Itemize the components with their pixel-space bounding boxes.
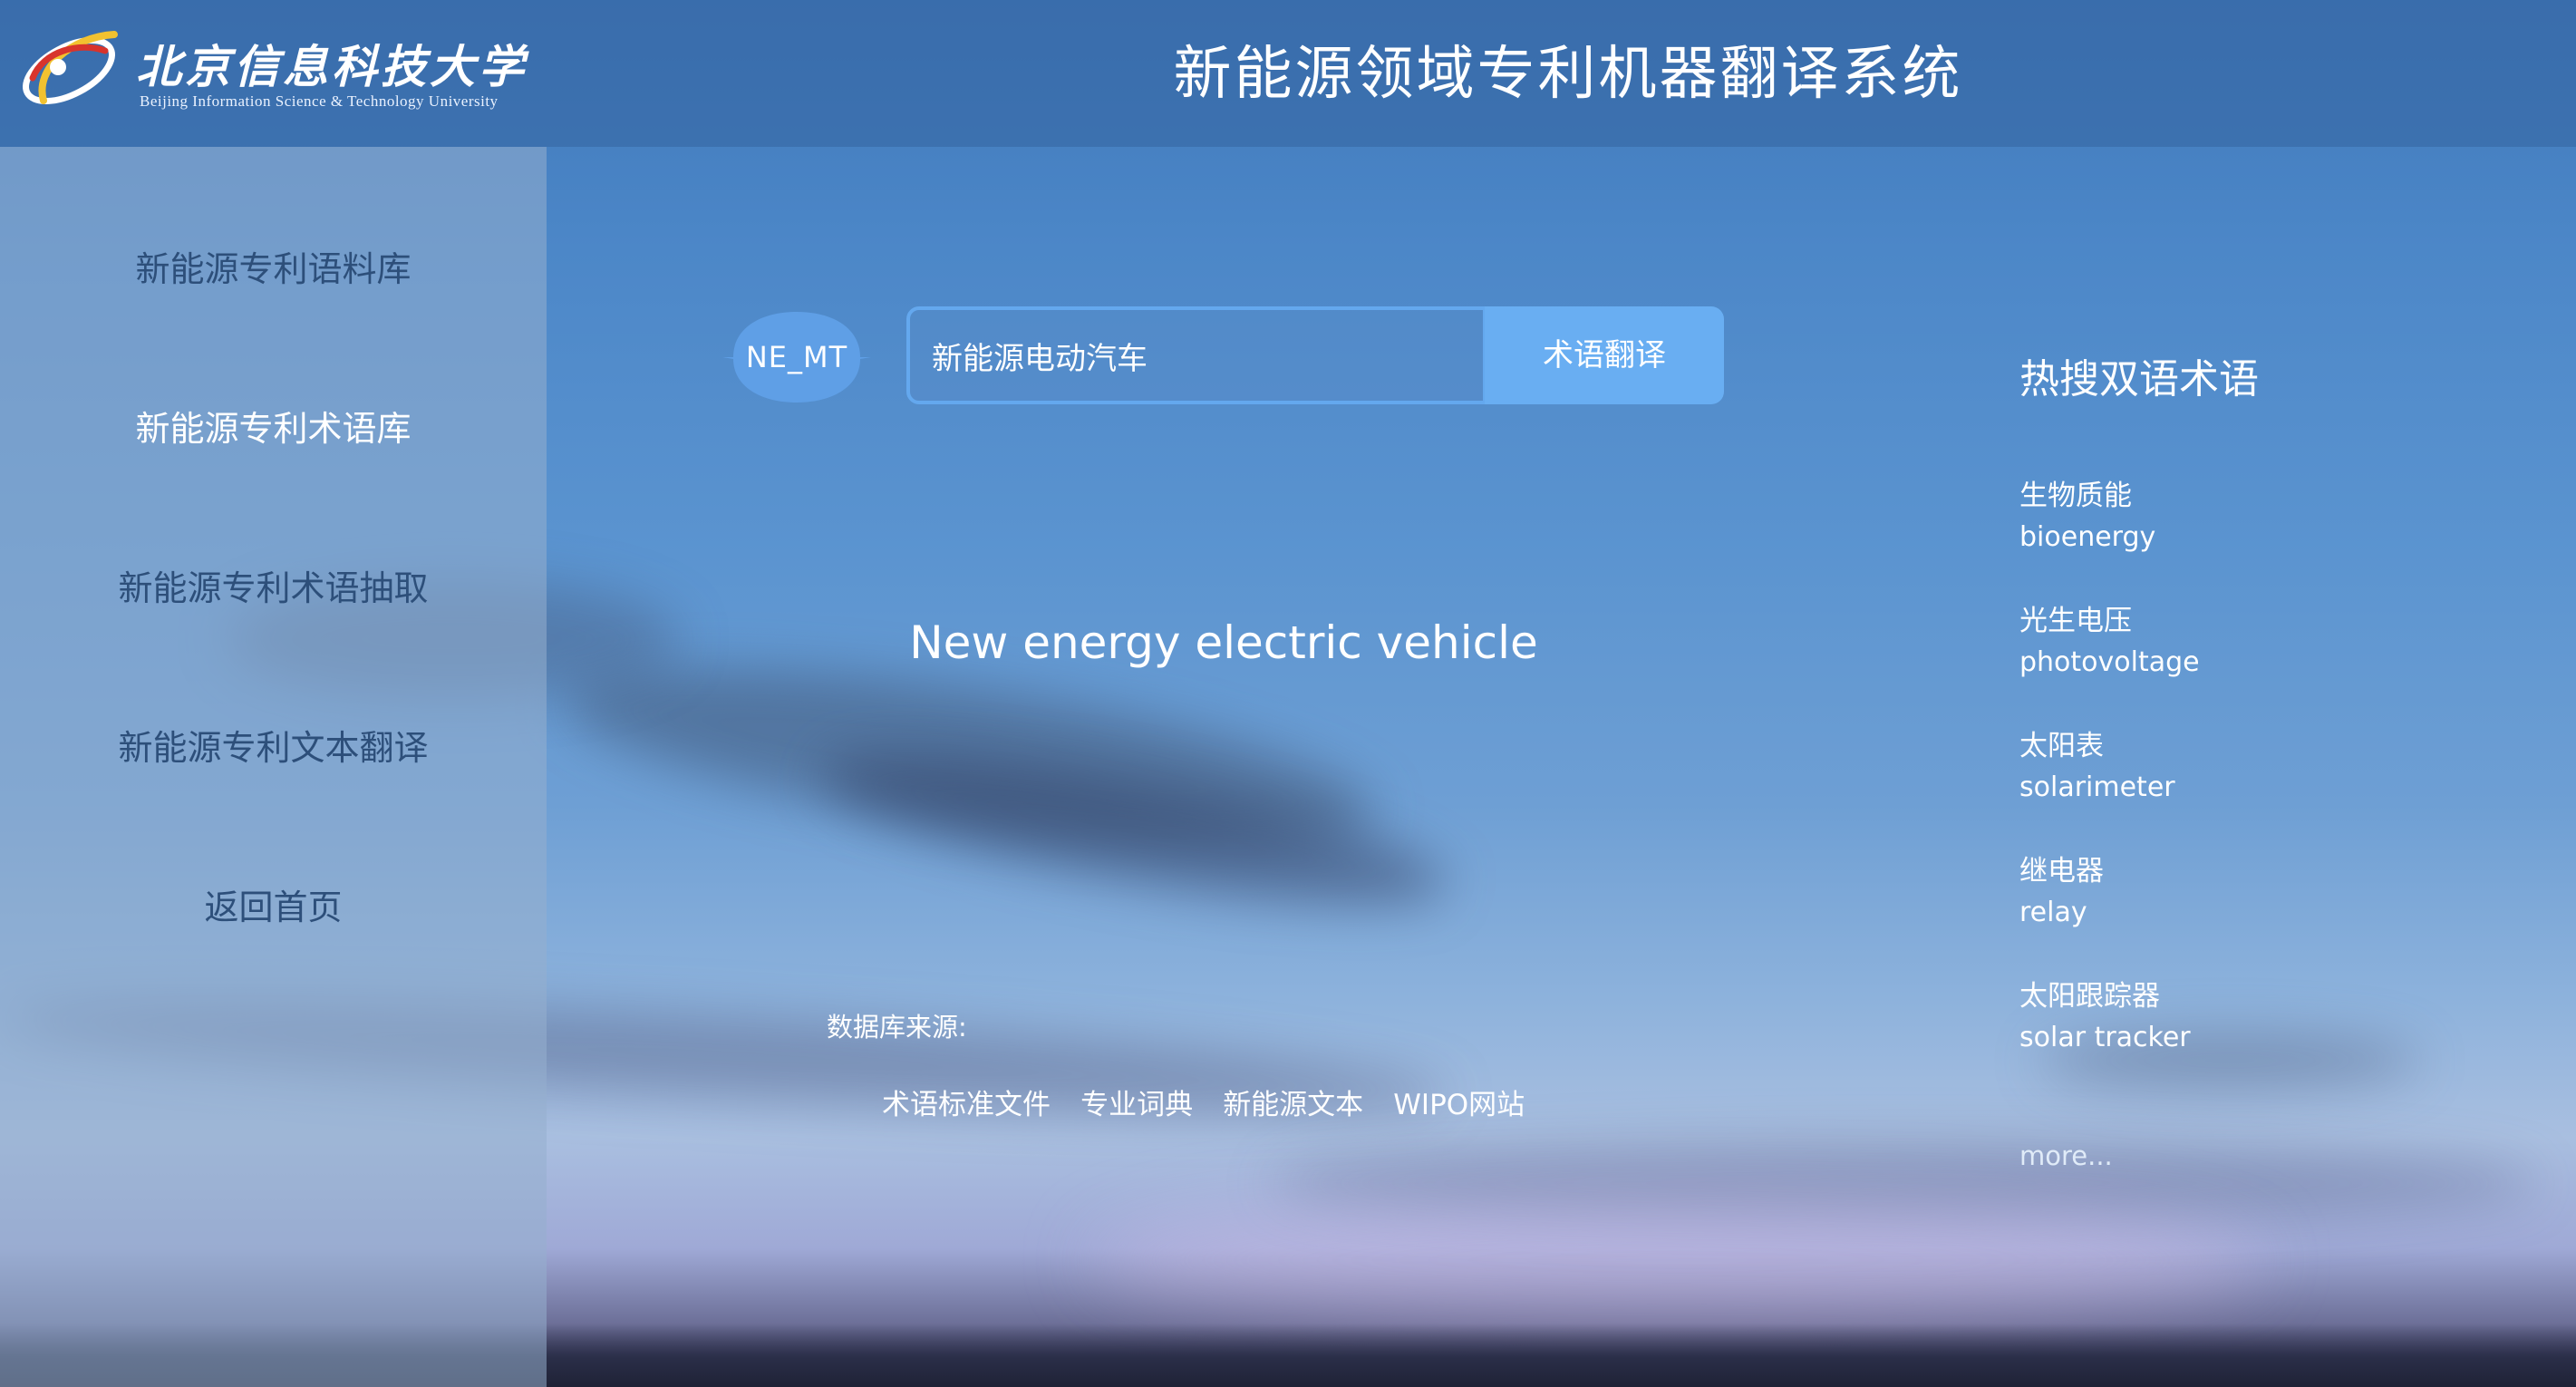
- term-search-box: [906, 306, 1487, 404]
- term-search-input[interactable]: [910, 310, 1483, 401]
- hot-term-en: photovoltage: [2019, 646, 2200, 678]
- sidebar-item-term-extraction[interactable]: 新能源专利术语抽取: [0, 560, 547, 610]
- app-title: 新能源领域专利机器翻译系统: [1173, 41, 1963, 108]
- source-link-wipo[interactable]: WIPO网站: [1393, 1089, 1525, 1121]
- header-bar: 北京信息科技大学 Beijing Information Science & T…: [0, 0, 2576, 147]
- nemt-badge-label: NE_MT: [745, 340, 848, 374]
- sidebar-item-term-base[interactable]: 新能源专利术语库: [0, 401, 547, 451]
- database-source-label: 数据库来源:: [827, 1012, 967, 1043]
- translation-result: New energy electric vehicle: [909, 616, 1538, 669]
- hot-terms-title: 热搜双语术语: [2019, 356, 2259, 403]
- hot-term-en: relay: [2019, 897, 2087, 928]
- university-logo[interactable]: 北京信息科技大学 Beijing Information Science & T…: [16, 15, 524, 123]
- hot-term-cn: 太阳表: [2019, 730, 2104, 762]
- database-source-links: 术语标准文件 专业词典 新能源文本 WIPO网站: [882, 1081, 1550, 1122]
- sidebar-item-text-translation[interactable]: 新能源专利文本翻译: [0, 720, 547, 770]
- sidebar-item-home[interactable]: 返回首页: [0, 879, 547, 929]
- sidebar-item-corpus[interactable]: 新能源专利语料库: [0, 241, 547, 291]
- hot-term-en: solarimeter: [2019, 771, 2175, 803]
- university-name-en: Beijing Information Science & Technology…: [140, 92, 499, 110]
- sidebar: 新能源专利语料库 新能源专利术语库 新能源专利术语抽取 新能源专利文本翻译 返回…: [0, 147, 547, 1387]
- hot-term-item[interactable]: 太阳跟踪器 solar tracker: [2019, 975, 2191, 1059]
- hot-term-cn: 太阳跟踪器: [2019, 980, 2160, 1013]
- nemt-badge: NE_MT: [721, 308, 873, 406]
- more-terms-link[interactable]: more...: [2019, 1140, 2113, 1171]
- hot-term-en: bioenergy: [2019, 521, 2156, 553]
- hot-term-item[interactable]: 光生电压 photovoltage: [2019, 600, 2200, 684]
- hot-term-item[interactable]: 太阳表 solarimeter: [2019, 725, 2175, 809]
- hot-term-cn: 继电器: [2019, 855, 2104, 887]
- term-translate-button[interactable]: 术语翻译: [1485, 306, 1724, 404]
- source-link-new-energy-text[interactable]: 新能源文本: [1223, 1089, 1363, 1121]
- university-name-cn: 北京信息科技大学: [136, 40, 528, 93]
- hot-term-item[interactable]: 继电器 relay: [2019, 850, 2104, 934]
- hot-term-cn: 光生电压: [2019, 605, 2132, 637]
- source-link-standard-docs[interactable]: 术语标准文件: [882, 1089, 1051, 1121]
- source-link-dictionary[interactable]: 专业词典: [1080, 1089, 1193, 1121]
- hot-term-cn: 生物质能: [2019, 480, 2132, 512]
- hot-term-en: solar tracker: [2019, 1022, 2191, 1053]
- university-emblem-icon: [22, 31, 118, 105]
- hot-term-item[interactable]: 生物质能 bioenergy: [2019, 475, 2155, 558]
